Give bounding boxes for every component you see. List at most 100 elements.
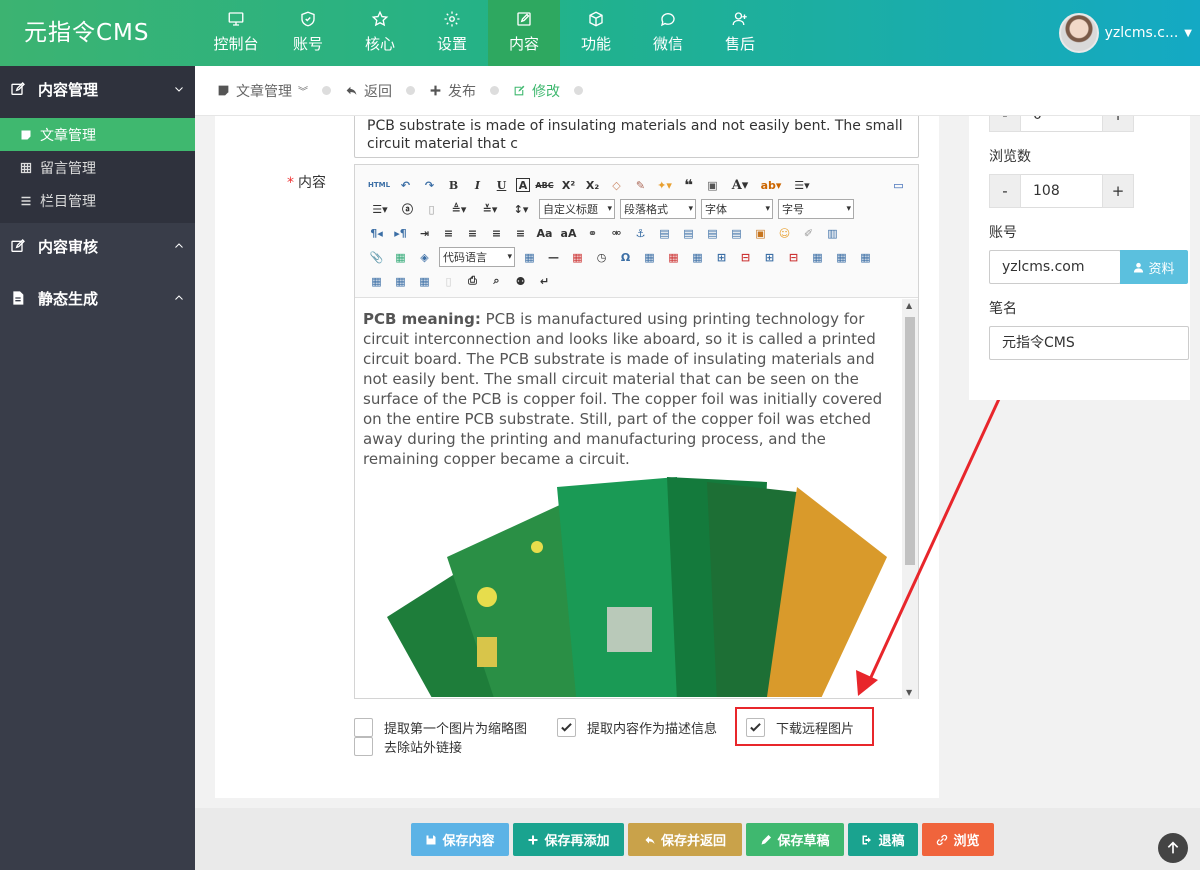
save-and-return-button[interactable]: 保存并返回: [628, 823, 742, 856]
redo-icon[interactable]: ↷: [420, 176, 439, 195]
checkbox[interactable]: [557, 718, 576, 737]
map-icon[interactable]: ▦: [391, 248, 410, 267]
subscript-icon[interactable]: X₂: [583, 176, 602, 195]
insert-video-icon[interactable]: ▥: [823, 224, 842, 243]
image-right-icon[interactable]: ▤: [703, 224, 722, 243]
nav-item-dashboard[interactable]: 控制台: [200, 0, 272, 66]
link-box-icon[interactable]: ⓐ: [398, 200, 417, 219]
save-button[interactable]: 保存内容: [411, 823, 509, 856]
insert-col-icon[interactable]: ⊞: [760, 248, 779, 267]
scrollbar-thumb[interactable]: [905, 317, 915, 565]
option-description[interactable]: 提取内容作为描述信息: [557, 718, 717, 737]
editor-scrollbar[interactable]: ▲ ▼: [902, 299, 918, 699]
account-field[interactable]: yzlcms.com: [989, 250, 1121, 284]
option-thumbnail[interactable]: 提取第一个图片为缩略图: [354, 718, 527, 737]
checkbox[interactable]: [354, 718, 373, 737]
special-chars-icon[interactable]: Ω: [616, 248, 635, 267]
breadcrumb-edit[interactable]: 修改: [513, 81, 560, 101]
user-menu[interactable]: yzlcms.c... ▼: [1058, 0, 1200, 66]
sidebar-item-messages[interactable]: 留言管理: [0, 151, 195, 184]
scrawl-icon[interactable]: ✐: [799, 224, 818, 243]
print-icon[interactable]: ▯: [439, 272, 458, 291]
preview-button[interactable]: 浏览: [922, 823, 994, 856]
blockquote-icon[interactable]: ❝: [679, 176, 698, 195]
preview-print-icon[interactable]: ⎙: [463, 272, 482, 291]
breadcrumb-back[interactable]: 返回: [345, 81, 392, 101]
views-value[interactable]: 108: [1021, 174, 1102, 208]
italic-icon[interactable]: I: [468, 176, 487, 195]
line-height-icon[interactable]: ↕▾: [508, 200, 534, 219]
sidebar-group-static-gen[interactable]: 静态生成: [0, 275, 195, 321]
row-spacing-bottom-icon[interactable]: ≚▾: [477, 200, 503, 219]
date-icon[interactable]: ▦: [568, 248, 587, 267]
fullscreen-icon[interactable]: ▭: [889, 176, 908, 195]
editor-content[interactable]: PCB meaning: PCB is manufactured using p…: [355, 299, 902, 699]
paste-text-icon[interactable]: ▣: [703, 176, 722, 195]
align-justify-icon[interactable]: ≡: [511, 224, 530, 243]
nav-item-wechat[interactable]: 微信: [632, 0, 704, 66]
delete-col-icon[interactable]: ⊟: [784, 248, 803, 267]
html-source-icon[interactable]: HTML: [367, 176, 391, 195]
nav-item-settings[interactable]: 设置: [416, 0, 488, 66]
ltr-icon[interactable]: ¶◂: [367, 224, 386, 243]
merge-right-icon[interactable]: ▦: [832, 248, 851, 267]
rich-text-editor[interactable]: HTML ↶ ↷ B I U A ABC X² X₂ ◇ ✎ ✦▾ ❝ ▣ A▾…: [354, 164, 919, 699]
ordered-list-icon[interactable]: ☰▾: [789, 176, 815, 195]
merge-down-icon[interactable]: ▦: [856, 248, 875, 267]
sidebar-group-content-review[interactable]: 内容审核: [0, 223, 195, 269]
new-page-icon[interactable]: ▯: [422, 200, 441, 219]
align-left-icon[interactable]: ≡: [439, 224, 458, 243]
profile-button[interactable]: 资料: [1120, 250, 1188, 284]
save-and-add-button[interactable]: 保存再添加: [513, 823, 624, 856]
penname-field[interactable]: 元指令CMS: [989, 326, 1189, 360]
split-rows-icon[interactable]: ▦: [391, 272, 410, 291]
unordered-list-icon[interactable]: ☰▾: [367, 200, 393, 219]
insert-image-icon[interactable]: ▣: [751, 224, 770, 243]
insert-paragraph-before-table-icon[interactable]: ▦: [688, 248, 707, 267]
delete-row-icon[interactable]: ⊟: [736, 248, 755, 267]
image-left-icon[interactable]: ▤: [679, 224, 698, 243]
description-textarea[interactable]: PCB substrate is made of insulating mate…: [354, 110, 919, 158]
horizontal-rule-icon[interactable]: —: [544, 248, 563, 267]
anchor-icon[interactable]: ⚓: [631, 224, 650, 243]
search-replace-icon[interactable]: ⌕: [487, 272, 506, 291]
image-center-icon[interactable]: ▤: [727, 224, 746, 243]
insert-frame-icon[interactable]: ◈: [415, 248, 434, 267]
format-brush-icon[interactable]: ✎: [631, 176, 650, 195]
indent-icon[interactable]: ⇥: [415, 224, 434, 243]
breadcrumb-articles[interactable]: 文章管理 ︾: [217, 81, 308, 101]
code-language-select[interactable]: 代码语言: [439, 247, 515, 267]
views-stepper[interactable]: - 108 +: [989, 174, 1134, 208]
auto-format-icon[interactable]: ✦▾: [655, 176, 674, 195]
reject-button[interactable]: 退稿: [848, 823, 918, 856]
decrement-button[interactable]: -: [989, 174, 1021, 208]
nav-item-aftersales[interactable]: 售后: [704, 0, 776, 66]
font-color-icon[interactable]: A▾: [727, 176, 753, 195]
time-icon[interactable]: ◷: [592, 248, 611, 267]
unlink-icon[interactable]: ⚮: [607, 224, 626, 243]
attachment-icon[interactable]: 📎: [367, 248, 386, 267]
emotion-icon[interactable]: ☺: [775, 224, 794, 243]
checkbox[interactable]: [354, 737, 373, 756]
nav-item-core[interactable]: 核心: [344, 0, 416, 66]
font-family-select[interactable]: 字体: [701, 199, 773, 219]
image-none-icon[interactable]: ▤: [655, 224, 674, 243]
option-remove-external-links[interactable]: 去除站外链接: [354, 737, 462, 756]
scroll-up-icon[interactable]: ▲: [906, 301, 912, 310]
split-cols-icon[interactable]: ▦: [415, 272, 434, 291]
increment-button[interactable]: +: [1102, 174, 1134, 208]
split-cells-icon[interactable]: ▦: [367, 272, 386, 291]
bold-icon[interactable]: B: [444, 176, 463, 195]
nav-item-features[interactable]: 功能: [560, 0, 632, 66]
scroll-to-top-button[interactable]: [1158, 833, 1188, 863]
align-right-icon[interactable]: ≡: [487, 224, 506, 243]
merge-cells-icon[interactable]: ▦: [808, 248, 827, 267]
uppercase-icon[interactable]: Aa: [535, 224, 554, 243]
highlight-color-icon[interactable]: ab▾: [758, 176, 784, 195]
underline-icon[interactable]: U: [492, 176, 511, 195]
nav-item-account[interactable]: 账号: [272, 0, 344, 66]
strikethrough-icon[interactable]: ABC: [535, 176, 554, 195]
paragraph-format-select[interactable]: 段落格式: [620, 199, 696, 219]
font-border-icon[interactable]: A: [516, 178, 530, 192]
sidebar-item-articles[interactable]: 文章管理: [0, 118, 195, 151]
